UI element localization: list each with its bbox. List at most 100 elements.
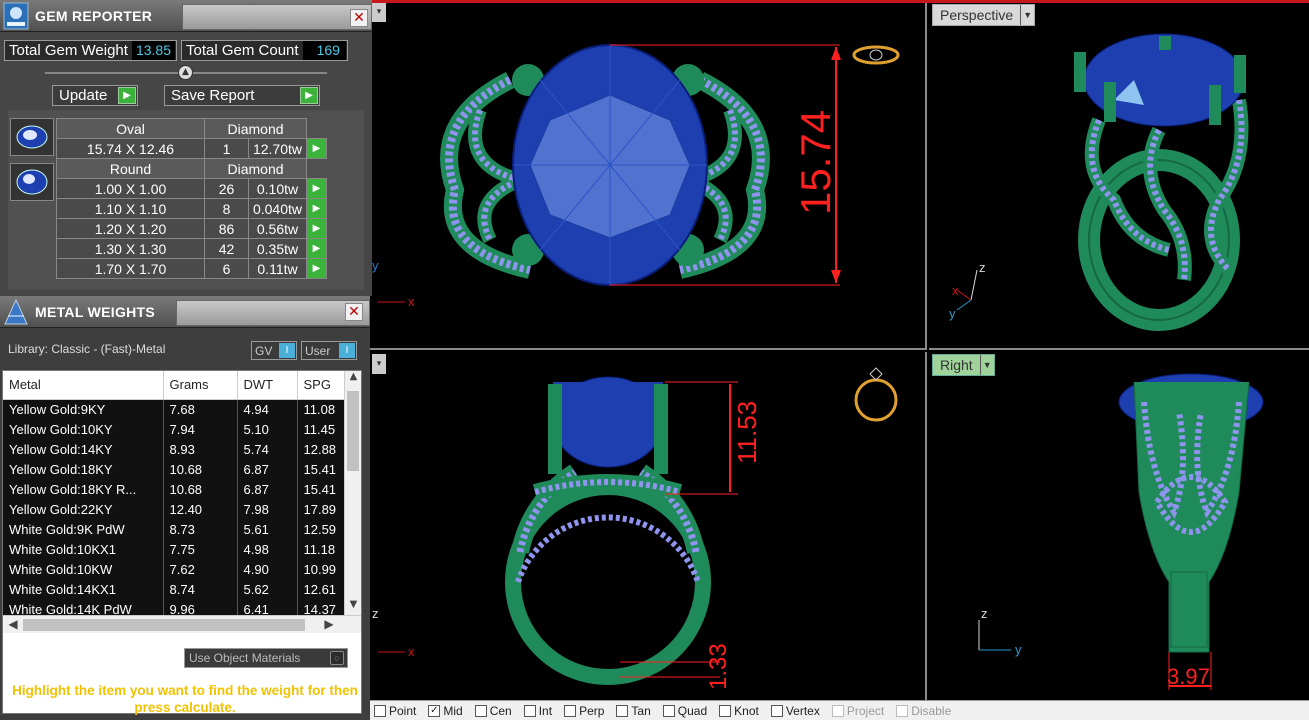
gem-material-header: Diamond <box>204 158 307 179</box>
viewport-top[interactable]: ▾ 15.74 x y <box>370 0 927 350</box>
table-row[interactable]: White Gold:14KX1 8.74 5.62 12.61 <box>3 579 348 599</box>
gem-size: 1.70 X 1.70 <box>56 258 205 279</box>
scroll-right-icon[interactable]: ▶ <box>321 617 337 631</box>
gem-row[interactable]: 1.00 X 1.00 26 0.10tw ▶ <box>56 178 327 199</box>
oval-gem-icon[interactable] <box>10 118 54 156</box>
osnap-bar: Point ✓ Mid Cen Int Perp Tan Quad Knot Vertex Proj… <box>370 700 1309 720</box>
chevron-down-icon[interactable]: ▼ <box>1020 5 1034 25</box>
viewport-front[interactable]: ▾ 11.53 1.33 x z <box>370 352 927 700</box>
spacer <box>307 159 327 179</box>
osnap-vertex[interactable]: Vertex <box>770 704 820 718</box>
osnap-label: Knot <box>734 703 759 718</box>
round-gem-icon[interactable] <box>10 163 54 201</box>
play-icon[interactable]: ▶ <box>306 258 327 279</box>
viewport-right-label[interactable]: Right ▼ <box>932 354 995 376</box>
table-row[interactable]: Yellow Gold:10KY 7.94 5.10 11.45 <box>3 419 348 439</box>
table-row[interactable]: White Gold:10KW 7.62 4.90 10.99 <box>3 559 348 579</box>
vertical-scroll-thumb[interactable] <box>347 391 359 471</box>
gem-reporter-titlebar[interactable]: GEM REPORTER <box>0 0 372 32</box>
checkbox-icon[interactable] <box>564 704 577 717</box>
table-cell: 5.61 <box>237 519 298 539</box>
total-gem-weight: Total Gem Weight 13.85 <box>4 40 177 61</box>
scroll-left-icon[interactable]: ◀ <box>5 617 21 631</box>
gem-reporter-panel: GEM REPORTER ✕ Total Gem Weight 13.85 To… <box>0 0 372 296</box>
perspective-view-drawing: z x y <box>949 33 1249 331</box>
column-header[interactable]: DWT <box>237 371 298 400</box>
close-icon[interactable]: ✕ <box>350 9 368 27</box>
osnap-tan[interactable]: Tan <box>616 704 651 718</box>
column-header[interactable]: Grams <box>163 371 238 400</box>
checkbox-icon[interactable] <box>719 704 732 717</box>
table-row[interactable]: Yellow Gold:14KY 8.93 5.74 12.88 <box>3 439 348 459</box>
gem-row[interactable]: 15.74 X 12.46 1 12.70tw ▶ <box>56 138 327 159</box>
osnap-point[interactable]: Point <box>374 704 416 718</box>
persp-axis-y: y <box>949 306 956 321</box>
column-header[interactable]: Metal <box>3 371 164 400</box>
play-icon: ▶ <box>118 87 136 104</box>
checkbox-icon[interactable] <box>474 704 487 717</box>
gem-row[interactable]: 1.30 X 1.30 42 0.35tw ▶ <box>56 238 327 259</box>
table-row[interactable]: Yellow Gold:22KY 12.40 7.98 17.89 <box>3 499 348 519</box>
total-gem-count-value: 169 <box>302 41 346 60</box>
horizontal-scrollbar[interactable]: ◀ ▶ <box>3 615 361 633</box>
checkbox-icon[interactable] <box>770 704 783 717</box>
table-cell: 7.75 <box>163 539 238 559</box>
table-row[interactable]: Yellow Gold:18KY R... 10.68 6.87 15.41 <box>3 479 348 499</box>
column-header[interactable]: SPG <box>297 371 348 400</box>
gem-row[interactable]: 1.20 X 1.20 86 0.56tw ▶ <box>56 218 327 239</box>
osnap-perp[interactable]: Perp <box>564 704 604 718</box>
play-icon[interactable]: ▶ <box>306 238 327 259</box>
update-button[interactable]: Update ▶ <box>52 85 138 106</box>
viewport-right[interactable]: 3.97 z y Right ▼ <box>929 352 1309 700</box>
scroll-up-icon[interactable]: ▲ <box>345 371 361 387</box>
table-cell: 10.99 <box>297 559 348 579</box>
osnap-knot[interactable]: Knot <box>719 704 759 718</box>
table-row[interactable]: White Gold:10KX1 7.75 4.98 11.18 <box>3 539 348 559</box>
osnap-mid[interactable]: ✓ Mid <box>428 704 463 718</box>
checkbox-icon[interactable]: ✓ <box>428 704 441 717</box>
table-cell: Yellow Gold:22KY <box>3 499 164 519</box>
close-icon[interactable]: ✕ <box>345 303 363 321</box>
viewport-perspective-label[interactable]: Perspective ▼ <box>932 4 1036 26</box>
osnap-label: Project <box>846 703 885 718</box>
gem-row[interactable]: 1.70 X 1.70 6 0.11tw ▶ <box>56 258 327 279</box>
vertical-scrollbar[interactable]: ▲ ▼ <box>344 371 361 615</box>
table-cell: Yellow Gold:18KY R... <box>3 479 164 499</box>
gv-toggle-label: GV <box>255 343 273 358</box>
table-cell: 8.93 <box>163 439 238 459</box>
osnap-int[interactable]: Int <box>523 704 552 718</box>
gv-toggle[interactable]: GV I <box>251 341 297 360</box>
table-cell: 17.89 <box>297 499 348 519</box>
horizontal-scroll-thumb[interactable] <box>23 619 305 631</box>
persp-axis-z: z <box>979 260 986 275</box>
gem-row[interactable]: 1.10 X 1.10 8 0.040tw ▶ <box>56 198 327 219</box>
gem-count: 1 <box>204 138 249 159</box>
checkbox-icon[interactable] <box>374 704 386 717</box>
table-cell: 12.61 <box>297 579 348 599</box>
gem-reporter-logo-icon <box>3 2 29 29</box>
use-object-materials-toggle[interactable]: Use Object Materials ○ <box>184 648 348 668</box>
table-cell: 12.40 <box>163 499 238 519</box>
play-icon[interactable]: ▶ <box>306 198 327 219</box>
viewport-perspective[interactable]: z x y Perspective ▼ <box>929 0 1309 350</box>
checkbox-icon[interactable] <box>896 704 909 717</box>
chevron-down-icon[interactable]: ▼ <box>979 355 994 375</box>
checkbox-icon[interactable] <box>616 704 629 717</box>
gem-slider-handle[interactable]: ▲ <box>178 65 193 80</box>
table-row[interactable]: White Gold:9K PdW 8.73 5.61 12.59 <box>3 519 348 539</box>
table-row[interactable]: Yellow Gold:18KY 10.68 6.87 15.41 <box>3 459 348 479</box>
play-icon[interactable]: ▶ <box>306 218 327 239</box>
checkbox-icon[interactable] <box>523 704 536 717</box>
user-toggle[interactable]: User I <box>301 341 357 360</box>
save-report-button[interactable]: Save Report ▶ <box>164 85 320 106</box>
osnap-cen[interactable]: Cen <box>474 704 512 718</box>
checkbox-icon[interactable] <box>662 704 675 717</box>
play-icon[interactable]: ▶ <box>306 138 327 159</box>
osnap-quad[interactable]: Quad <box>662 704 707 718</box>
scroll-down-icon[interactable]: ▼ <box>345 599 361 615</box>
checkbox-icon[interactable] <box>831 704 844 717</box>
gem-table: Oval Diamond 15.74 X 12.46 1 12.70tw ▶ Round Di… <box>56 118 327 279</box>
play-icon[interactable]: ▶ <box>306 178 327 199</box>
table-row[interactable]: Yellow Gold:9KY 7.68 4.94 11.08 <box>3 399 348 419</box>
metal-weights-titlebar[interactable]: METAL WEIGHTS <box>0 296 370 328</box>
